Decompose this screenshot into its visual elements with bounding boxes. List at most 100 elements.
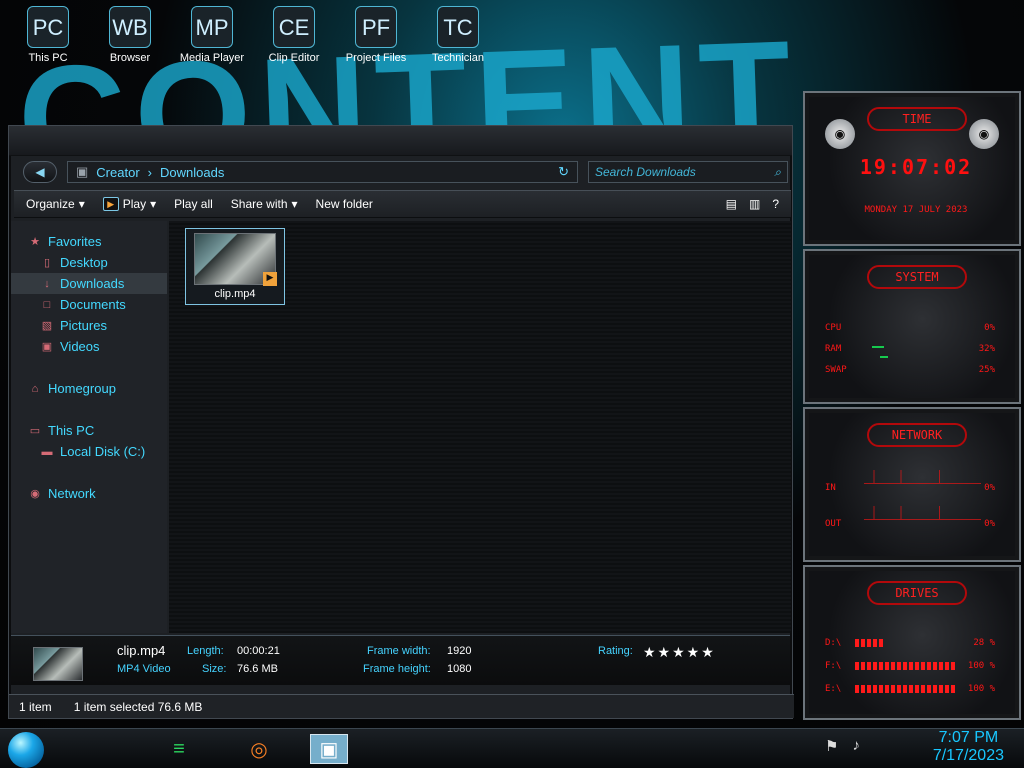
desktop-icon-project-files[interactable]: PF Project Files (338, 4, 414, 86)
command-toolbar: Organize ▾ ▶ Play ▾ Play all Share with ▾ Ne… (14, 190, 791, 218)
share-with-button[interactable]: Share with ▾ (231, 197, 298, 211)
details-file-type: MP4 Video (117, 663, 171, 675)
network-gadget-title: NETWORK (867, 423, 967, 447)
play-all-button[interactable]: Play all (174, 197, 213, 211)
details-file-name: clip.mp4 (117, 643, 166, 658)
taskbar-clock[interactable]: 7:07 PM 7/17/2023 (933, 729, 1004, 765)
breadcrumb-user[interactable]: Creator (96, 165, 139, 180)
nav-downloads[interactable]: ↓ Downloads (11, 273, 167, 294)
system-gadget: SYSTEM CPU 0% RAM 32% SWAP 25% (803, 249, 1021, 404)
nav-pictures[interactable]: ▧ Pictures (11, 315, 167, 336)
start-button[interactable] (8, 732, 44, 768)
breadcrumb-downloads[interactable]: Downloads (160, 165, 224, 180)
desktop-icon-this-pc[interactable]: PC This PC (10, 4, 86, 86)
play-button[interactable]: ▶ Play ▾ (102, 197, 157, 211)
network-icon: ◉ (30, 488, 40, 500)
network-in-row: IN 0% (825, 483, 995, 493)
network-out-graph (864, 506, 981, 520)
desktop-icon-label: This PC (28, 52, 68, 64)
user-icon: TC (437, 6, 479, 48)
window-title-bar[interactable] (9, 126, 792, 156)
chevron-down-icon: ▾ (78, 197, 85, 211)
nav-network[interactable]: ◉ Network (11, 483, 167, 504)
nav-label: Videos (60, 339, 100, 354)
tray-speaker-icon[interactable]: ♪ (852, 737, 860, 755)
network-out-label: OUT (825, 519, 842, 529)
browser-icon[interactable]: ◎ (240, 734, 278, 764)
taskbar-date: 7/17/2023 (932, 747, 1004, 764)
file-name: clip.mp4 (214, 288, 256, 300)
address-bar[interactable]: ▣ Creator › Downloads ↻ (67, 161, 578, 183)
nav-label: Documents (60, 297, 126, 312)
swap-row: SWAP 25% (825, 365, 995, 375)
taskbar: ≡ ◎ ▣ ⚑ ♪ 7:07 PM 7/17/2023 (0, 728, 1024, 768)
nav-label: Pictures (60, 318, 107, 333)
search-placeholder: Search Downloads (595, 165, 696, 179)
back-button[interactable]: ◀ (23, 161, 57, 183)
tray-flag-icon[interactable]: ⚑ (825, 737, 838, 755)
nav-local-disk[interactable]: ▬ Local Disk (C:) (11, 441, 167, 462)
nav-label: Desktop (60, 255, 108, 270)
video-file-tile[interactable]: ▶ clip.mp4 (185, 228, 285, 305)
swap-meter (880, 356, 888, 358)
ram-meter (872, 346, 884, 348)
status-item-count: 1 item (19, 699, 52, 714)
homegroup-icon: ⌂ (31, 382, 39, 395)
new-folder-button[interactable]: New folder (316, 197, 373, 211)
drive-icon: ▬ (41, 445, 53, 458)
frame-height-value: 1080 (447, 663, 472, 675)
nav-videos[interactable]: ▣ Videos (11, 336, 167, 357)
search-input[interactable]: Search Downloads ⌕ (588, 161, 788, 183)
nav-this-pc[interactable]: ▭ This PC (11, 420, 167, 441)
drive-e-value: 100 % (967, 684, 995, 694)
length-label: Length: (187, 645, 224, 657)
desktop-icon-label: Technician (432, 52, 484, 64)
network-in-graph (864, 470, 981, 484)
desktop-icon-label: Media Player (179, 52, 245, 64)
downloads-icon: ↓ (44, 277, 50, 290)
refresh-icon[interactable]: ↻ (558, 164, 569, 180)
search-icon[interactable]: ⌕ (774, 165, 781, 180)
drive-d-row: D:\ 28 % (825, 638, 995, 648)
drive-f-value: 100 % (967, 661, 995, 671)
desktop-icon-browser[interactable]: WB Browser (92, 4, 168, 86)
network-out-value: 0% (984, 519, 995, 529)
file-explorer-taskbar-icon[interactable]: ▣ (310, 734, 348, 764)
desktop-icon-media-player[interactable]: MP Media Player (174, 4, 250, 86)
desktop-icon-clip-editor[interactable]: CE Clip Editor (256, 4, 332, 86)
play-label: Play (122, 197, 147, 211)
desktop-icon-technician[interactable]: TC Technician (420, 4, 496, 86)
play-icon: ▶ (102, 197, 119, 211)
notes-app-icon[interactable]: ≡ (160, 734, 198, 764)
drive-d-value: 28 % (973, 638, 995, 648)
frame-width-label: Frame width: (367, 645, 431, 657)
browser-icon: WB (109, 6, 151, 48)
nav-label: Homegroup (48, 381, 116, 396)
desktop-gadget-stack: ◉ ◉ TIME 19:07:02 MONDAY 17 JULY 2023 SY… (803, 91, 1021, 731)
gadget-clock: 19:07:02 (859, 155, 973, 179)
status-selection: 1 item selected 76.6 MB (73, 699, 203, 714)
system-gadget-title: SYSTEM (867, 265, 967, 289)
network-out-row: OUT 0% (825, 519, 995, 529)
chevron-down-icon: ▾ (150, 197, 157, 211)
help-icon[interactable]: ? (772, 197, 779, 211)
view-options-icon[interactable]: ▤ (726, 197, 737, 211)
cpu-value: 0% (984, 323, 995, 333)
nav-desktop[interactable]: ▯ Desktop (11, 252, 167, 273)
chevron-down-icon: ▾ (291, 197, 298, 211)
drives-gadget-title: DRIVES (867, 581, 967, 605)
organize-button[interactable]: Organize ▾ (26, 197, 85, 211)
size-value: 76.6 MB (237, 663, 278, 675)
rating-stars[interactable]: ★★★★★ (643, 644, 716, 661)
drive-e-usage-bar (855, 685, 955, 693)
preview-pane-icon[interactable]: ▥ (749, 197, 760, 211)
video-icon: ▣ (41, 341, 53, 353)
computer-icon: ▭ (29, 425, 41, 437)
breadcrumb-separator-icon: › (147, 164, 152, 180)
ram-label: RAM (825, 344, 842, 354)
nav-homegroup[interactable]: ⌂ Homegroup (11, 378, 167, 399)
desktop-icon-label: Project Files (345, 52, 407, 64)
nav-documents[interactable]: □ Documents (11, 294, 167, 315)
nav-label: Downloads (60, 276, 125, 291)
nav-favorites[interactable]: ★ Favorites (11, 231, 167, 252)
